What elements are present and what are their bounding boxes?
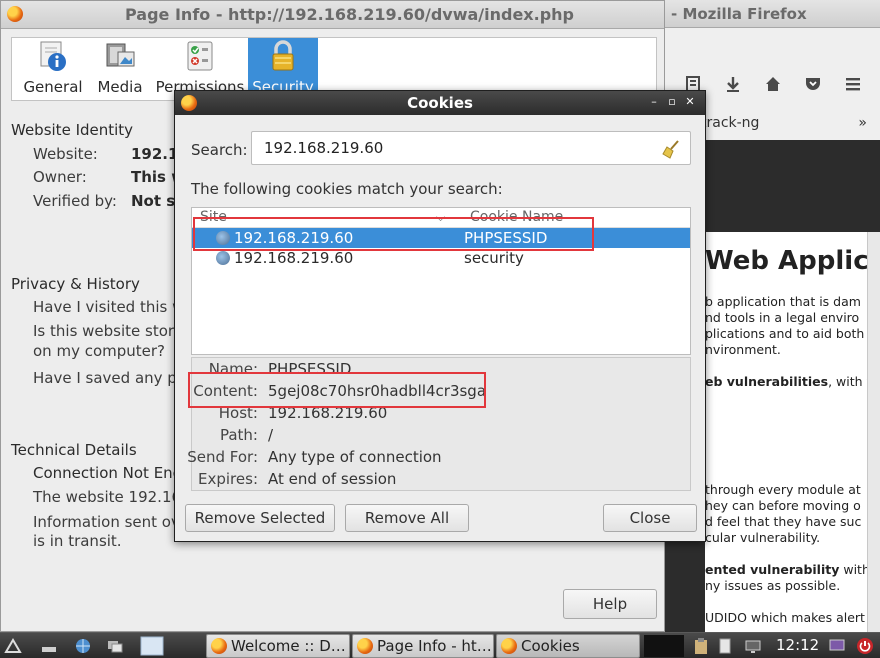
- clipboard-icon[interactable]: [692, 637, 710, 655]
- privacy-history-heading: Privacy & History: [11, 275, 140, 293]
- firefox-titlebar[interactable]: - Mozilla Firefox: [665, 0, 880, 28]
- page-info-titlebar[interactable]: Page Info - http://192.168.219.60/dvwa/i…: [1, 1, 664, 29]
- search-input[interactable]: [251, 131, 691, 165]
- task-label: Welcome :: D…: [231, 637, 346, 655]
- taskbar: Welcome :: D… Page Info - ht… Cookies 12…: [0, 632, 880, 658]
- pocket-icon[interactable]: [802, 73, 824, 95]
- cookie-site: 192.168.219.60: [234, 249, 354, 267]
- detail-sendfor-label: Send For:: [187, 448, 258, 466]
- task-label: Page Info - ht…: [377, 637, 492, 655]
- task-cookies[interactable]: Cookies: [496, 634, 640, 658]
- page-scrollbar[interactable]: [867, 232, 880, 632]
- dvwa-text-line: ny issues as possible.: [705, 578, 841, 593]
- dvwa-vuln-line: eb vulnerabilities, with v: [705, 374, 867, 389]
- download-icon[interactable]: [722, 73, 744, 95]
- terminal-launcher[interactable]: [644, 635, 684, 657]
- dvwa-text-line: b application that is dam: [705, 294, 861, 309]
- detail-expires-label: Expires:: [198, 470, 258, 488]
- detail-path-label: Path:: [219, 426, 258, 444]
- globe-launcher-icon[interactable]: [74, 637, 92, 655]
- help-button[interactable]: Help: [563, 589, 657, 619]
- dvwa-heading: Web Applica: [705, 246, 867, 276]
- dvwa-text-line: d feel that they have suc: [705, 514, 862, 529]
- tab-media[interactable]: Media: [92, 38, 148, 100]
- dvwa-text-line: nvironment.: [705, 342, 781, 357]
- technical-details-heading: Technical Details: [11, 441, 137, 459]
- firefox-logo-icon: [7, 6, 23, 22]
- close-icon[interactable]: ✕: [683, 95, 697, 109]
- dvwa-content-line: ented vulnerability with this so: [705, 562, 867, 577]
- task-page-info[interactable]: Page Info - ht…: [352, 634, 494, 658]
- owner-label: Owner:: [33, 168, 87, 186]
- cookies-title: Cookies: [407, 94, 473, 112]
- detail-expires-value: At end of session: [268, 470, 397, 488]
- close-button[interactable]: Close: [603, 504, 697, 532]
- search-label: Search:: [191, 141, 248, 159]
- match-description: The following cookies match your search:: [191, 180, 503, 198]
- workspace-icon[interactable]: [140, 636, 164, 656]
- highlight-box: [188, 372, 486, 408]
- screen-icon[interactable]: [828, 637, 846, 655]
- cookie-name: security: [464, 249, 524, 267]
- info-icon: [37, 40, 69, 72]
- connection-status: Connection Not Encr: [33, 464, 188, 482]
- media-icon: [104, 40, 136, 72]
- highlight-box: [193, 217, 594, 251]
- task-label: Cookies: [521, 637, 580, 655]
- maximize-icon[interactable]: ▫: [665, 95, 679, 109]
- minimize-icon[interactable]: –: [647, 95, 661, 109]
- detail-path-value: /: [268, 426, 274, 444]
- detail-sendfor-value: Any type of connection: [268, 448, 442, 466]
- clock: 12:12: [776, 636, 820, 654]
- globe-icon: [216, 251, 230, 265]
- storing-question-cont: on my computer?: [33, 342, 166, 360]
- tab-general-label: General: [23, 78, 83, 96]
- windows-icon[interactable]: [106, 637, 124, 655]
- home-icon[interactable]: [762, 73, 784, 95]
- remove-all-button[interactable]: Remove All: [345, 504, 469, 532]
- menu-icon[interactable]: [842, 73, 864, 95]
- page-info-title: Page Info - http://192.168.219.60/dvwa/i…: [125, 5, 574, 24]
- show-desktop-icon[interactable]: [40, 637, 58, 655]
- power-icon[interactable]: [856, 637, 874, 655]
- firefox-window-title: - Mozilla Firefox: [671, 4, 807, 23]
- tab-media-label: Media: [97, 78, 143, 96]
- bookmarks-overflow-icon[interactable]: »: [858, 115, 867, 131]
- document-icon[interactable]: [716, 637, 734, 655]
- tab-general[interactable]: General: [16, 38, 90, 100]
- technical-text: Information sent over: [33, 513, 196, 531]
- dvwa-page: Web Applica b application that is dam nd…: [705, 232, 867, 632]
- network-icon[interactable]: [744, 637, 762, 655]
- website-identity-heading: Website Identity: [11, 121, 134, 139]
- clear-search-icon[interactable]: [661, 139, 681, 159]
- dvwa-text-line: plications and to aid both: [705, 326, 865, 341]
- technical-text: is in transit.: [33, 532, 122, 550]
- website-label: Website:: [33, 145, 98, 163]
- dvwa-text-line: cular vulnerability.: [705, 530, 821, 545]
- technical-text: The website 192.168: [33, 488, 191, 506]
- firefox-logo-icon: [357, 638, 373, 654]
- dvwa-text-line: hey can before moving o: [705, 498, 861, 513]
- dvwa-text-line: nd tools in a legal enviro: [705, 310, 860, 325]
- verified-by-label: Verified by:: [33, 192, 117, 210]
- storing-question: Is this website storing: [33, 322, 198, 340]
- start-menu-icon[interactable]: [4, 637, 22, 655]
- permissions-icon: [184, 40, 216, 72]
- firefox-logo-icon: [501, 638, 517, 654]
- dvwa-text-line: through every module at: [705, 482, 861, 497]
- cookie-row[interactable]: 192.168.219.60 security: [192, 248, 690, 268]
- bookmark-item-aircrack[interactable]: track-ng: [701, 115, 759, 131]
- firefox-logo-icon: [211, 638, 227, 654]
- cookies-dialog: Cookies – ▫ ✕ Search: The following cook…: [174, 90, 706, 542]
- task-welcome[interactable]: Welcome :: D…: [206, 634, 350, 658]
- remove-selected-button[interactable]: Remove Selected: [185, 504, 335, 532]
- lock-icon: [267, 40, 299, 72]
- dvwa-text-line: UDIDO which makes alert: [705, 610, 865, 625]
- cookies-titlebar[interactable]: Cookies – ▫ ✕: [175, 91, 705, 115]
